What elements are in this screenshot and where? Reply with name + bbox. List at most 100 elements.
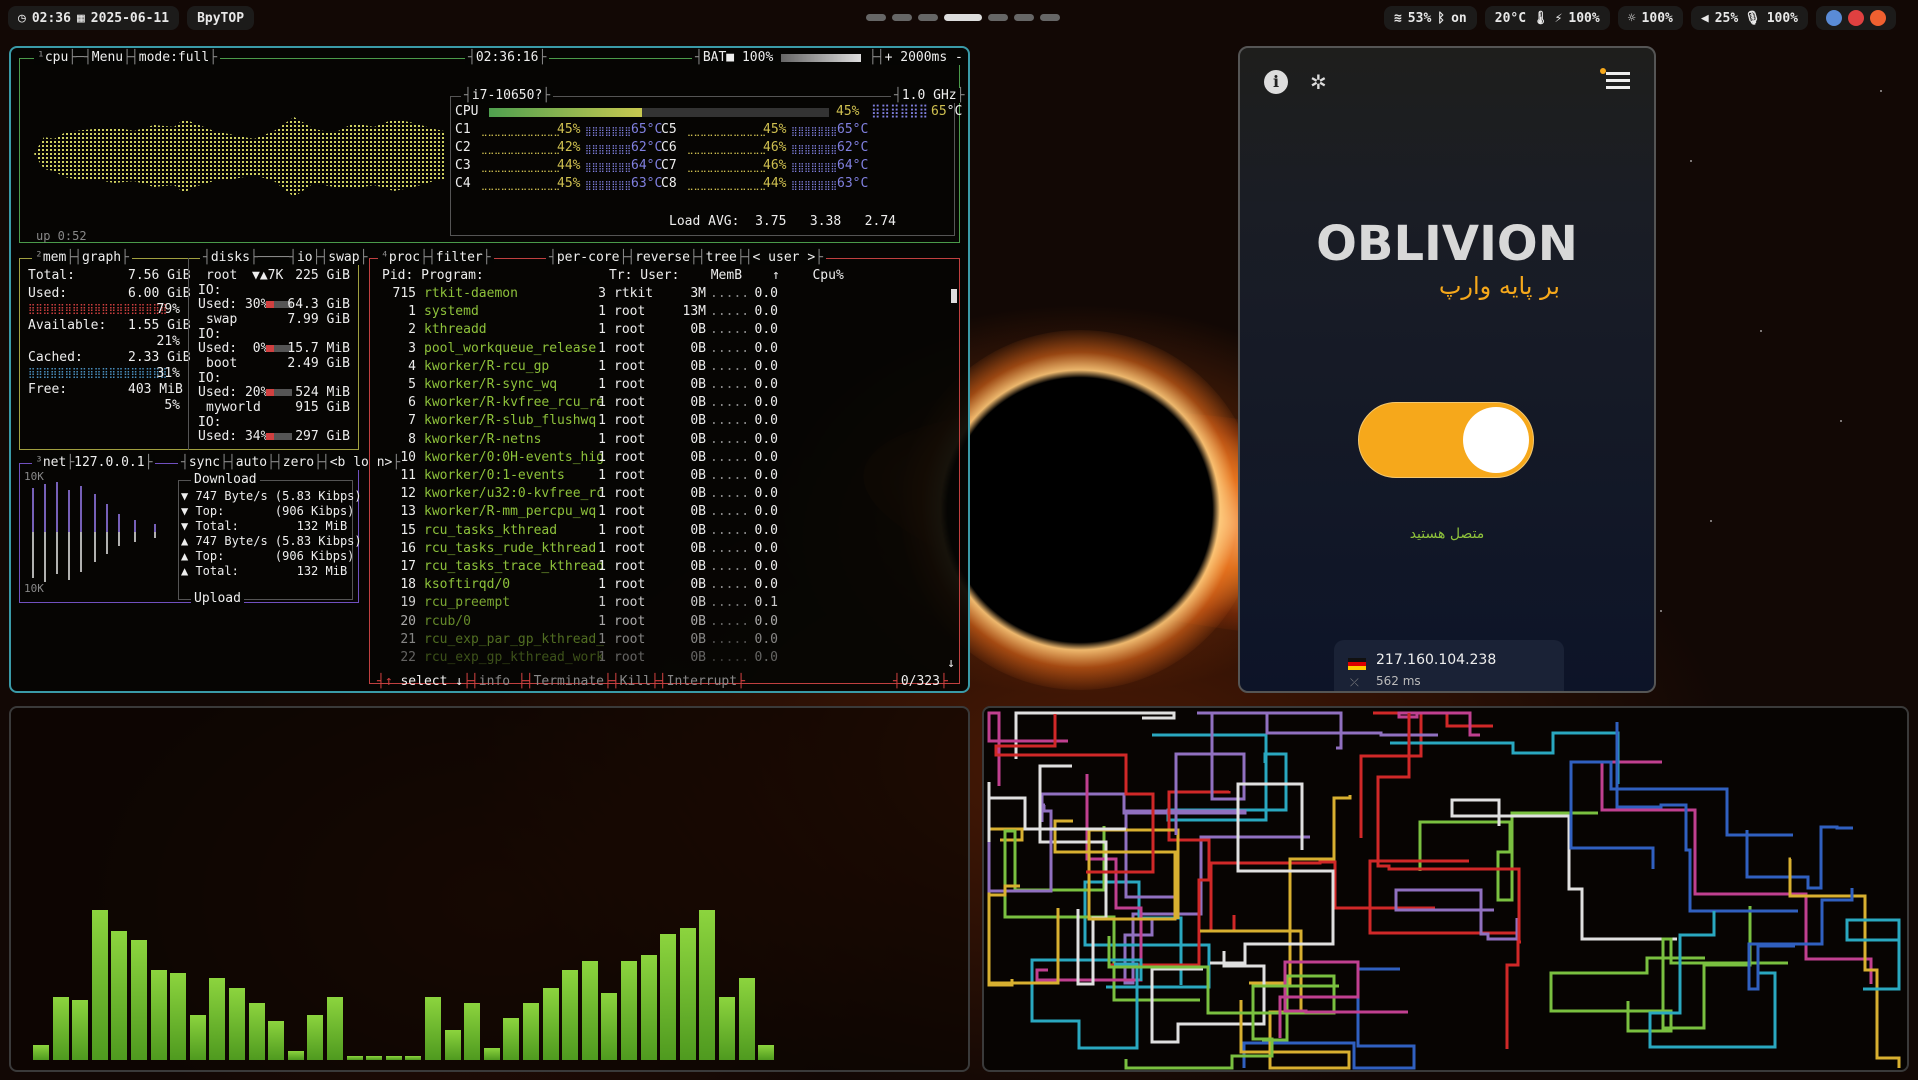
process-row[interactable]: 4 kworker/R-rcu_gp 1 root 0B..... 0.0 [370, 358, 950, 376]
active-window[interactable]: BpyTOP [187, 6, 255, 30]
process-row[interactable]: 16 rcu_tasks_rude_kthread 1 root 0B..... 0.0 [370, 540, 950, 558]
workspace-dot[interactable] [1040, 14, 1060, 21]
proc-filter[interactable]: filter [436, 250, 483, 265]
bug-icon[interactable]: ✲ [1310, 70, 1332, 94]
menu-icon[interactable] [1606, 72, 1630, 89]
process-row[interactable]: 3 pool_workqueue_release 1 root 0B..... 0.0 [370, 340, 950, 358]
interrupt-button[interactable]: Interrupt [667, 674, 737, 689]
proc-per-core-toggle[interactable]: per-core [557, 250, 620, 265]
core-pct: 44% [763, 176, 787, 191]
star [1840, 420, 1842, 422]
process-row[interactable]: 20 rcub/0 1 root 0B..... 0.0 [370, 613, 950, 631]
process-row[interactable]: 5 kworker/R-sync_wq 1 root 0B..... 0.0 [370, 376, 950, 394]
oblivion-window[interactable]: i ✲ OBLIVION بر پایه وارپ متصل هستید 217… [1238, 46, 1656, 693]
process-mem: 0B [690, 449, 706, 465]
connection-toggle[interactable] [1358, 402, 1534, 478]
sensor-widget[interactable]: 20°C 🌡︎ ⚡︎ 100% [1484, 6, 1610, 30]
disks-swap-toggle[interactable]: swap [328, 250, 359, 265]
process-user: root [614, 358, 646, 374]
workspace-dot[interactable] [1014, 14, 1034, 21]
visualizer-bar [287, 1051, 304, 1060]
bpytop-window[interactable]: ¹cpu├─┤Menu├┤mode:full├ ┤02:36:16├ ┤BAT■… [9, 46, 970, 693]
proc-reverse-toggle[interactable]: reverse [635, 250, 690, 265]
tray-app-icon[interactable] [1826, 10, 1842, 26]
proc-scrollbar[interactable] [951, 289, 957, 303]
process-row[interactable]: 21 rcu_exp_par_gp_kthread_ 1 root 0B..... 0.0 [370, 631, 950, 649]
visualizer-bar [444, 1030, 461, 1060]
process-threads: 1 [598, 631, 606, 647]
ping-icon: ⤫ [1350, 676, 1359, 689]
process-row[interactable]: 17 rcu_tasks_trace_kthread 1 root 0B..... 0.0 [370, 558, 950, 576]
process-row[interactable]: 715 rtkit-daemon 3 rtkit 3M..... 0.0 [370, 285, 950, 303]
visualizer-bar [405, 1056, 422, 1060]
mem-graph-toggle[interactable]: graph [82, 250, 121, 265]
process-mem: 0B [690, 504, 706, 520]
workspace-dot[interactable] [866, 14, 886, 21]
process-row[interactable]: 13 kworker/R-mm_percpu_wq 1 root 0B..... 0.0 [370, 503, 950, 521]
process-row[interactable]: 18 ksoftirqd/0 1 root 0B..... 0.0 [370, 576, 950, 594]
workspace-dot[interactable] [892, 14, 912, 21]
tray [1816, 6, 1896, 30]
visualizer-bar [621, 961, 637, 1060]
process-cpu: 0.0 [754, 559, 778, 574]
process-program: rcu_tasks_rude_kthread [424, 540, 597, 556]
process-user: root [614, 395, 646, 411]
process-row[interactable]: 1 systemd 1 root 13M..... 0.0 [370, 303, 950, 321]
info-button[interactable]: info [479, 674, 510, 689]
process-row[interactable]: 11 kworker/0:1-events 1 root 0B..... 0.0 [370, 467, 950, 485]
select-button[interactable]: select [400, 674, 447, 689]
core-temp: 62°C [631, 140, 663, 155]
interval-control[interactable]: + 2000ms - [885, 50, 963, 65]
cpu-frequency: 1.0 GHz [901, 88, 957, 103]
mode-button[interactable]: mode:full [139, 50, 209, 65]
process-row[interactable]: 2 kthreadd 1 root 0B..... 0.0 [370, 321, 950, 339]
process-cpu: 0.0 [754, 304, 778, 320]
process-row[interactable]: 12 kworker/u32:0-kvfree_rc 1 root 0B..... 0.0 [370, 485, 950, 503]
brightness-widget[interactable]: ☼ 100% [1617, 6, 1683, 30]
process-cpu: 0.0 [754, 522, 778, 538]
visualizer-bar [660, 934, 677, 1060]
process-row[interactable]: 7 kworker/R-slub_flushwq 1 root 0B..... 0.0 [370, 412, 950, 430]
process-user: root [614, 504, 646, 520]
terminate-button[interactable]: Terminate [534, 674, 604, 689]
audio-widget[interactable]: ◀ 25% 🎙︎ 100% [1690, 6, 1808, 30]
process-cpu: 0.0 [754, 413, 778, 429]
process-row[interactable]: 6 kworker/R-kvfree_rcu_re 1 root 0B..... 0.0 [370, 394, 950, 412]
process-pid: 22 [400, 650, 416, 665]
menu-button[interactable]: Menu [92, 50, 123, 65]
process-cpu: 0.0 [754, 468, 778, 483]
proc-sort-select[interactable]: < user > [753, 250, 816, 265]
info-icon[interactable]: i [1264, 70, 1288, 94]
process-cpu: 0.0 [754, 431, 778, 447]
pipe-segment [1200, 929, 1351, 1070]
process-pid: 6 [408, 395, 416, 411]
process-row[interactable]: 22 rcu_exp_gp_kthread_work 1 root 0B..... 0.0 [370, 649, 950, 667]
workspace-dot-active[interactable] [944, 14, 982, 21]
workspace-dot[interactable] [988, 14, 1008, 21]
process-mem: 0B [690, 358, 706, 374]
kill-button[interactable]: Kill [620, 674, 651, 689]
workspace-dot[interactable] [918, 14, 938, 21]
process-row[interactable]: 10 kworker/0:0H-events_hig 1 root 0B..... 0.0 [370, 449, 950, 467]
network-widget[interactable]: ≋ 53% ᛒ on [1383, 6, 1477, 30]
net-zero-toggle[interactable]: zero [283, 455, 314, 470]
process-threads: 1 [598, 522, 606, 538]
proc-tree-toggle[interactable]: tree [706, 250, 737, 265]
toggle-knob[interactable] [1463, 407, 1529, 473]
process-threads: 1 [598, 613, 606, 629]
brave-icon[interactable] [1870, 10, 1886, 26]
process-row[interactable]: 15 rcu_tasks_kthread 1 root 0B..... 0.0 [370, 522, 950, 540]
process-cpu: 0.0 [754, 613, 778, 629]
disks-io-toggle[interactable]: io [297, 250, 313, 265]
process-row[interactable]: 19 rcu_preempt 1 root 0B..... 0.1 [370, 594, 950, 612]
tray-app-icon[interactable] [1848, 10, 1864, 26]
process-row[interactable]: 8 kworker/R-netns 1 root 0B..... 0.0 [370, 431, 950, 449]
process-threads: 1 [598, 431, 606, 447]
clock-widget[interactable]: ◷ 02:36 ▦ 2025-06-11 [8, 6, 180, 30]
process-cpu: 0.0 [754, 340, 778, 356]
process-user: root [614, 322, 646, 338]
mem-total: 7.56 GiB [128, 268, 191, 283]
process-threads: 1 [598, 468, 606, 483]
net-auto-toggle[interactable]: auto [236, 455, 267, 470]
net-sync-toggle[interactable]: sync [189, 455, 220, 470]
